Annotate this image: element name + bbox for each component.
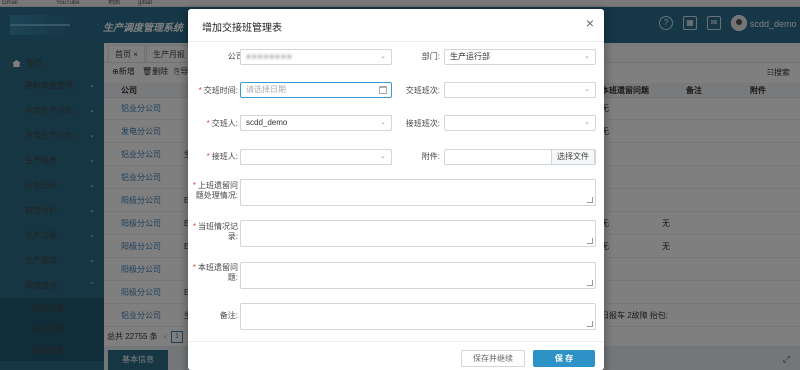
attachment-label: 附件: — [421, 152, 440, 161]
chevron-down-icon: ⌄ — [380, 119, 386, 126]
current-issues-label: * 本班遗留问题: — [192, 263, 238, 282]
prev-issues-label: * 上班遗留问题处理情况: — [192, 181, 238, 200]
chevron-down-icon: ⌄ — [380, 153, 386, 160]
chevron-down-icon: ⌄ — [380, 53, 386, 60]
current-record-textarea[interactable] — [240, 220, 596, 247]
save-and-continue-button[interactable]: 保存并继续 — [461, 350, 525, 367]
receive-shift-select[interactable]: ⌄ — [444, 115, 596, 131]
chevron-down-icon: ⌄ — [584, 53, 590, 60]
attachment-field[interactable]: 选择文件 — [444, 149, 596, 165]
receive-shift-label: 接班班次: — [405, 119, 440, 128]
chevron-down-icon: ⌄ — [584, 86, 590, 93]
company-select[interactable]: ■■■■■■■■ ⌄ — [240, 49, 392, 65]
remarks-label: 备注: — [219, 311, 238, 320]
calendar-icon — [379, 86, 387, 94]
handover-time-picker[interactable]: 请选择日期 — [240, 82, 392, 98]
handover-person-value: scdd_demo — [246, 118, 288, 127]
chevron-down-icon: ⌄ — [584, 119, 590, 126]
close-icon[interactable]: × — [586, 15, 594, 31]
divider — [188, 341, 604, 342]
department-value: 生产运行部 — [450, 52, 490, 61]
handover-shift-label: 交班班次: — [405, 86, 440, 95]
company-value: ■■■■■■■■ — [246, 52, 293, 61]
department-select[interactable]: 生产运行部 ⌄ — [444, 49, 596, 65]
remarks-textarea[interactable] — [240, 303, 596, 330]
prev-issues-textarea[interactable] — [240, 179, 596, 206]
receiver-label: * 接班人: — [206, 152, 238, 161]
current-issues-textarea[interactable] — [240, 262, 596, 289]
handover-shift-select[interactable]: ⌄ — [444, 82, 596, 98]
divider — [188, 41, 604, 42]
handover-person-select[interactable]: scdd_demo ⌄ — [240, 115, 392, 131]
save-button[interactable]: 保 存 — [533, 350, 595, 367]
add-handover-dialog: 增加交接班管理表 × 公司: ■■■■■■■■ ⌄ 部门: 生产运行部 ⌄ * 交… — [188, 9, 604, 370]
dialog-title: 增加交接班管理表 — [202, 23, 282, 34]
date-placeholder: 请选择日期 — [246, 85, 286, 94]
current-record-label: * 当班情况记录: — [192, 222, 238, 241]
company-label: 公司: — [227, 52, 246, 61]
handover-person-label: * 交班人: — [206, 119, 238, 128]
receiver-select[interactable]: ⌄ — [240, 149, 392, 165]
handover-time-label: * 交班时间: — [198, 86, 238, 95]
choose-file-button[interactable]: 选择文件 — [551, 149, 595, 165]
department-label: 部门: — [421, 52, 440, 61]
